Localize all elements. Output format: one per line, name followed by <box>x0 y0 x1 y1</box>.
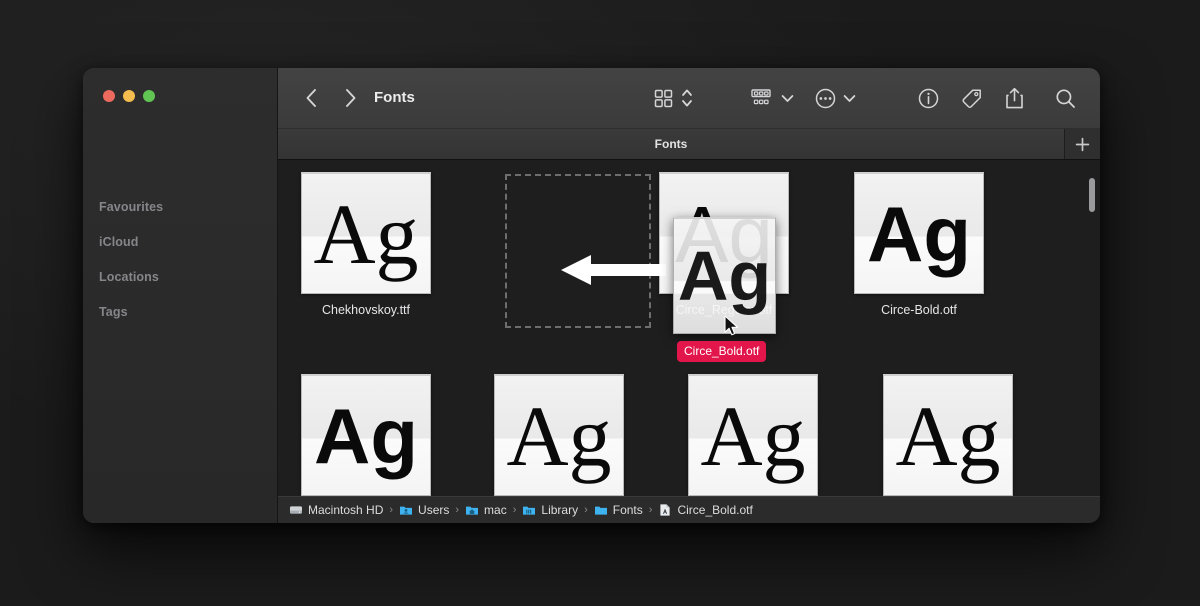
font-preview-tile: Ag <box>688 374 818 496</box>
group-by-button[interactable] <box>748 86 774 110</box>
file-label: Circe-Bold.otf <box>881 303 957 317</box>
file-label: Chekhovskoy.ttf <box>321 303 410 317</box>
sidebar: Favourites iCloud Locations Tags <box>83 68 278 523</box>
path-bar: Macintosh HD › Users › mac › Library › F… <box>278 496 1100 523</box>
home-folder-icon <box>466 506 479 515</box>
breadcrumb-label: Macintosh HD <box>308 503 384 517</box>
breadcrumb-label: mac <box>484 503 507 517</box>
breadcrumb-users[interactable]: Users <box>399 503 449 517</box>
file-item-row2-3[interactable]: Ag <box>678 374 828 496</box>
font-preview-tile: Ag <box>883 374 1013 496</box>
info-circle-icon <box>918 88 938 108</box>
share-button[interactable] <box>1002 85 1026 111</box>
plus-icon <box>1075 137 1090 151</box>
content-pane: Fonts Fonts Ag Chekhovskoy.ttf Ag Circe-… <box>278 68 1100 523</box>
chevron-right-icon <box>346 89 356 107</box>
breadcrumb-circe-bold-file[interactable]: Circe_Bold.otf <box>658 503 753 517</box>
font-preview-tile: Ag <box>854 172 984 294</box>
breadcrumb-separator: › <box>455 504 460 516</box>
file-item-row2-4[interactable]: Ag <box>873 374 1023 496</box>
vertical-scrollbar[interactable] <box>1089 178 1095 212</box>
folder-icon <box>594 506 607 515</box>
empty-grid-slot[interactable] <box>505 174 651 328</box>
font-preview-tile: Ag <box>301 172 431 294</box>
more-actions-chevron[interactable] <box>841 87 857 109</box>
share-icon <box>1005 87 1023 108</box>
back-button[interactable] <box>298 85 324 111</box>
window-controls <box>103 90 155 102</box>
library-folder-icon <box>523 506 536 515</box>
new-tab-button[interactable] <box>1065 129 1100 159</box>
file-item-chekhovskoy[interactable]: Ag Chekhovskoy.ttf <box>291 172 441 317</box>
font-preview-text: Ag <box>867 189 971 278</box>
breadcrumb-library[interactable]: Library <box>522 503 578 517</box>
finder-window: Favourites iCloud Locations Tags Fonts F… <box>83 68 1100 523</box>
group-by-icon <box>751 89 771 105</box>
close-button[interactable] <box>103 90 115 102</box>
view-options-stepper[interactable] <box>679 86 695 110</box>
breadcrumb-label: Users <box>418 503 450 517</box>
sidebar-group-tags[interactable]: Tags <box>99 305 128 319</box>
tab-fonts[interactable]: Fonts <box>278 129 1065 159</box>
get-info-button[interactable] <box>916 86 940 110</box>
breadcrumb-separator: › <box>648 504 653 516</box>
forward-button[interactable] <box>338 85 364 111</box>
breadcrumb-label: Library <box>541 503 579 517</box>
breadcrumb-separator: › <box>389 504 394 516</box>
breadcrumb-separator: › <box>584 504 588 516</box>
dragged-file-ghost[interactable]: Ag <box>673 217 776 334</box>
breadcrumb-macintosh-hd[interactable]: Macintosh HD <box>289 503 383 517</box>
view-as-icons-button[interactable] <box>651 86 675 110</box>
breadcrumb-fonts[interactable]: Fonts <box>594 503 643 517</box>
breadcrumb-separator: › <box>512 504 517 516</box>
font-preview-text: Ag <box>700 387 806 484</box>
drag-file-name-badge: Circe_Bold.otf <box>677 341 767 362</box>
tag-icon <box>962 88 981 108</box>
breadcrumb-label: Circe_Bold.otf <box>677 503 753 517</box>
search-button[interactable] <box>1053 86 1077 110</box>
tab-bar: Fonts <box>278 129 1100 160</box>
breadcrumb-label: Fonts <box>612 503 643 517</box>
group-by-chevron[interactable] <box>779 87 795 109</box>
sidebar-group-locations[interactable]: Locations <box>99 270 159 284</box>
font-preview-text: Ag <box>677 236 772 315</box>
font-preview-text: Ag <box>506 387 612 484</box>
font-preview-tile: Ag <box>301 374 431 496</box>
file-item-row2-1[interactable]: Ag <box>291 374 441 496</box>
font-preview-tile: Ag <box>494 374 624 496</box>
chevron-down-icon <box>843 94 855 102</box>
file-item-row2-2[interactable]: Ag <box>484 374 634 496</box>
font-file-icon <box>660 504 671 516</box>
chevron-down-icon <box>781 94 793 102</box>
hard-drive-icon <box>290 506 302 514</box>
zoom-button[interactable] <box>143 90 155 102</box>
font-preview-text: Ag <box>314 391 418 480</box>
edit-tags-button[interactable] <box>960 86 984 110</box>
more-actions-button[interactable] <box>813 86 837 110</box>
users-folder-icon <box>400 506 413 515</box>
minimize-button[interactable] <box>123 90 135 102</box>
chevron-up-down-icon <box>682 89 692 107</box>
sidebar-group-favourites[interactable]: Favourites <box>99 200 163 214</box>
chevron-left-icon <box>306 89 316 107</box>
ellipsis-circle-icon <box>815 88 835 108</box>
sidebar-group-icloud[interactable]: iCloud <box>99 235 138 249</box>
window-title: Fonts <box>374 89 415 106</box>
file-grid[interactable]: Ag Chekhovskoy.ttf Ag Circe_Regular.otf … <box>278 160 1100 496</box>
file-item-circe-bold[interactable]: Ag Circe-Bold.otf <box>844 172 994 317</box>
font-preview-text: Ag <box>895 387 1001 484</box>
grid-view-icon <box>654 89 672 107</box>
font-preview-text: Ag <box>313 185 419 282</box>
toolbar: Fonts <box>278 68 1100 129</box>
breadcrumb-mac[interactable]: mac <box>465 503 507 517</box>
search-icon <box>1055 88 1075 108</box>
